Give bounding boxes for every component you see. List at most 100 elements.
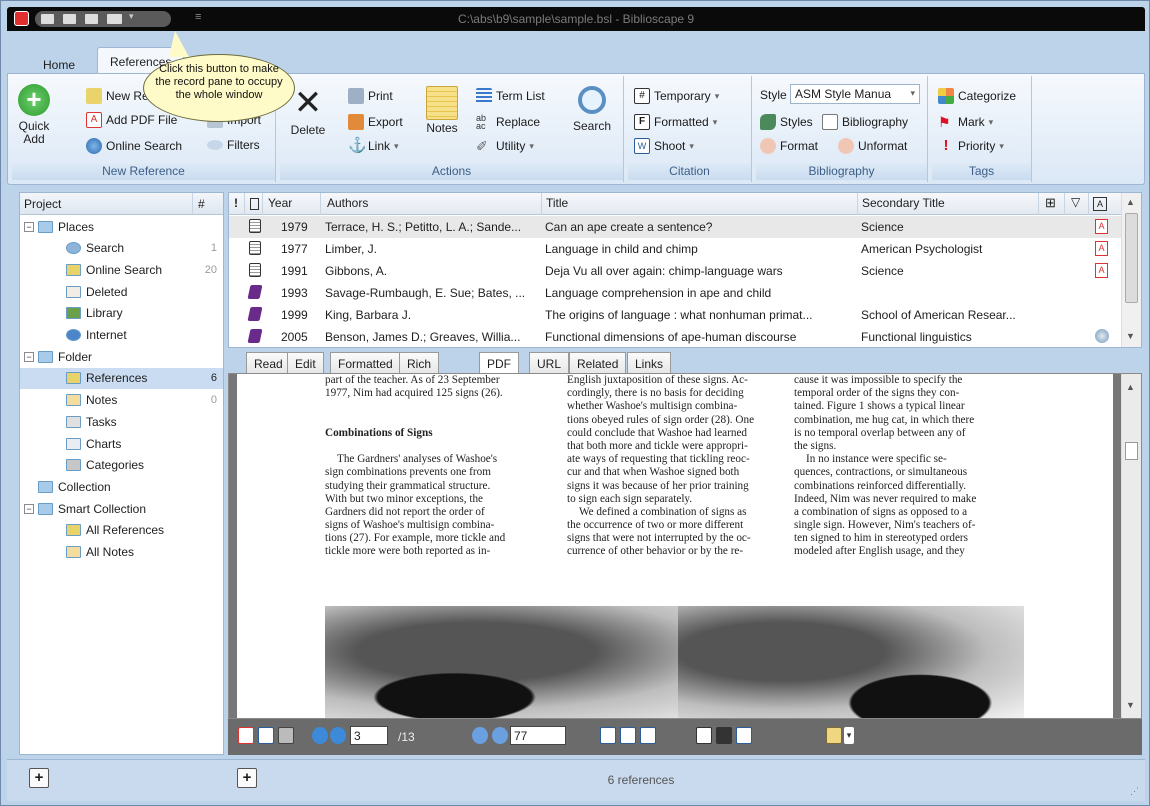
collapse-icon[interactable]: − xyxy=(24,351,34,362)
column-chooser-icon[interactable]: ⊞ xyxy=(1045,195,1056,211)
count-header-label[interactable]: # xyxy=(198,197,205,211)
table-row[interactable]: 1979 Terrace, H. S.; Petitto, L. A.; Sand… xyxy=(229,216,1121,238)
tree-item-notes[interactable]: Notes 0 xyxy=(20,390,223,411)
export-page-icon[interactable] xyxy=(696,727,712,744)
zoom-out-icon[interactable] xyxy=(472,727,488,744)
chevron-down-icon[interactable]: ▾ xyxy=(844,727,854,744)
formatted-citation-button[interactable]: F Formatted xyxy=(634,114,717,130)
categorize-button[interactable]: Categorize xyxy=(938,88,1016,104)
tree-item-tasks[interactable]: Tasks xyxy=(20,411,223,432)
resize-grip-icon[interactable]: ⋰ xyxy=(1130,786,1139,797)
tab-edit[interactable]: Edit xyxy=(287,352,324,374)
scroll-down-icon[interactable]: ▼ xyxy=(1126,700,1135,710)
filters-button[interactable]: Filters xyxy=(207,138,260,152)
pdf-attachment-icon[interactable]: A xyxy=(1095,241,1108,256)
actual-size-icon[interactable] xyxy=(600,727,616,744)
type-column-icon[interactable] xyxy=(250,198,259,210)
grid-scrollbar[interactable]: ▲ ▼ xyxy=(1121,193,1141,347)
table-row[interactable]: 1977 Limber, J. Language in child and chim… xyxy=(229,238,1121,260)
filter-icon[interactable]: ▽ xyxy=(1071,195,1080,209)
scroll-down-icon[interactable]: ▼ xyxy=(1126,331,1135,341)
save-icon[interactable] xyxy=(736,727,752,744)
pdf-text-line: modeled after English usage, and they xyxy=(794,545,965,558)
link-button[interactable]: ⚓ Link xyxy=(348,138,399,154)
year-column-header[interactable]: Year xyxy=(268,196,292,210)
mark-button[interactable]: ⚑ Mark xyxy=(938,114,993,130)
tree-item-folder[interactable]: − Folder xyxy=(20,346,223,367)
project-header-label[interactable]: Project xyxy=(24,197,61,211)
utility-button[interactable]: ✐ Utility xyxy=(476,138,534,154)
tree-item-deleted[interactable]: Deleted xyxy=(20,281,223,302)
scroll-up-icon[interactable]: ▲ xyxy=(1126,382,1135,392)
pdf-scrollbar[interactable]: ▲ ▼ xyxy=(1121,374,1141,718)
search-button[interactable]: Search xyxy=(568,86,616,133)
secondary-title-column-header[interactable]: Secondary Title xyxy=(862,196,945,210)
tree-item-all-notes[interactable]: All Notes xyxy=(20,542,223,563)
zoom-in-icon[interactable] xyxy=(492,727,508,744)
export-button[interactable]: Export xyxy=(348,114,403,130)
collapse-icon[interactable]: − xyxy=(24,503,34,514)
priority-column-header[interactable]: ! xyxy=(234,196,238,210)
tree-item-internet[interactable]: Internet xyxy=(20,325,223,346)
tab-related[interactable]: Related xyxy=(569,352,627,374)
styles-button[interactable]: Styles xyxy=(760,114,813,130)
notes-pane-icon[interactable] xyxy=(826,727,842,744)
page-up-icon[interactable] xyxy=(312,727,328,744)
tree-item-places[interactable]: − Places xyxy=(20,216,223,237)
pdf-print-icon[interactable] xyxy=(278,727,294,744)
scroll-thumb[interactable] xyxy=(1125,213,1138,303)
tree-item-smart-collection[interactable]: − Smart Collection xyxy=(20,498,223,519)
unformat-button[interactable]: Unformat xyxy=(838,138,907,154)
tree-item-online-search[interactable]: Online Search 20 xyxy=(20,259,223,280)
collapse-icon[interactable]: − xyxy=(24,221,34,232)
attachment-column-icon[interactable]: A xyxy=(1093,197,1107,211)
fit-page-icon[interactable] xyxy=(620,727,636,744)
tree-item-search[interactable]: Search 1 xyxy=(20,238,223,259)
table-row[interactable]: 2005 Benson, James D.; Greaves, Willia...… xyxy=(229,326,1121,348)
table-row[interactable]: 1999 King, Barbara J. The origins of langu… xyxy=(229,304,1121,326)
online-search-button[interactable]: Online Search xyxy=(86,138,182,154)
zoom-input[interactable]: 77 xyxy=(510,726,566,745)
pdf-attachment-icon[interactable]: A xyxy=(1095,219,1108,234)
pdf-attachment-icon[interactable]: A xyxy=(1095,263,1108,278)
tree-item-all-references[interactable]: All References xyxy=(20,520,223,541)
format-button[interactable]: Format xyxy=(760,138,818,154)
tab-links[interactable]: Links xyxy=(627,352,672,374)
find-icon[interactable] xyxy=(716,727,732,744)
scroll-thumb[interactable] xyxy=(1125,442,1138,460)
scroll-up-icon[interactable]: ▲ xyxy=(1126,197,1135,207)
tree-item-library[interactable]: Library xyxy=(20,303,223,324)
term-list-button[interactable]: Term List xyxy=(476,88,545,104)
table-row[interactable]: 1993 Savage-Rumbaugh, E. Sue; Bates, ... L… xyxy=(229,282,1121,304)
page-number-input[interactable]: 3 xyxy=(350,726,388,745)
replace-button[interactable]: ab ac Replace xyxy=(476,114,540,131)
add-pdf-button[interactable]: A Add PDF File xyxy=(86,112,177,128)
table-row[interactable]: 1991 Gibbons, A. Deja Vu all over again: c… xyxy=(229,260,1121,282)
quick-add-button[interactable]: + Quick Add xyxy=(16,84,52,146)
tab-url[interactable]: URL xyxy=(529,352,570,374)
bibliography-button[interactable]: Bibliography xyxy=(822,114,908,130)
temporary-citation-button[interactable]: # Temporary xyxy=(634,88,719,104)
tab-rich-text[interactable]: Rich Text xyxy=(399,352,440,385)
tab-formatted[interactable]: Formatted xyxy=(330,352,401,374)
fit-width-icon[interactable] xyxy=(640,727,656,744)
tab-read[interactable]: Read xyxy=(246,352,291,374)
web-attachment-icon[interactable] xyxy=(1095,329,1109,343)
title-column-header[interactable]: Title xyxy=(546,196,568,210)
pdf-save-icon[interactable] xyxy=(258,727,274,744)
tree-item-charts[interactable]: Charts xyxy=(20,433,223,454)
tree-item-references[interactable]: References 6 xyxy=(20,367,223,389)
print-button[interactable]: Print xyxy=(348,88,393,104)
style-select[interactable]: ASM Style Manua ▾ xyxy=(790,84,920,104)
priority-button[interactable]: ! Priority xyxy=(938,138,1004,154)
page-down-icon[interactable] xyxy=(330,727,346,744)
authors-column-header[interactable]: Authors xyxy=(327,196,368,210)
delete-button[interactable]: ✕ Delete xyxy=(288,86,328,137)
tree-item-collection[interactable]: Collection xyxy=(20,476,223,497)
tree-item-categories[interactable]: Categories xyxy=(20,455,223,476)
notes-button[interactable]: Notes xyxy=(420,86,464,135)
pdf-open-icon[interactable] xyxy=(238,727,254,744)
shoot-button[interactable]: W Shoot xyxy=(634,138,694,154)
tab-pdf[interactable]: PDF xyxy=(479,352,519,375)
pdf-text-line: whether Washoe's multisign combina- xyxy=(567,400,738,413)
